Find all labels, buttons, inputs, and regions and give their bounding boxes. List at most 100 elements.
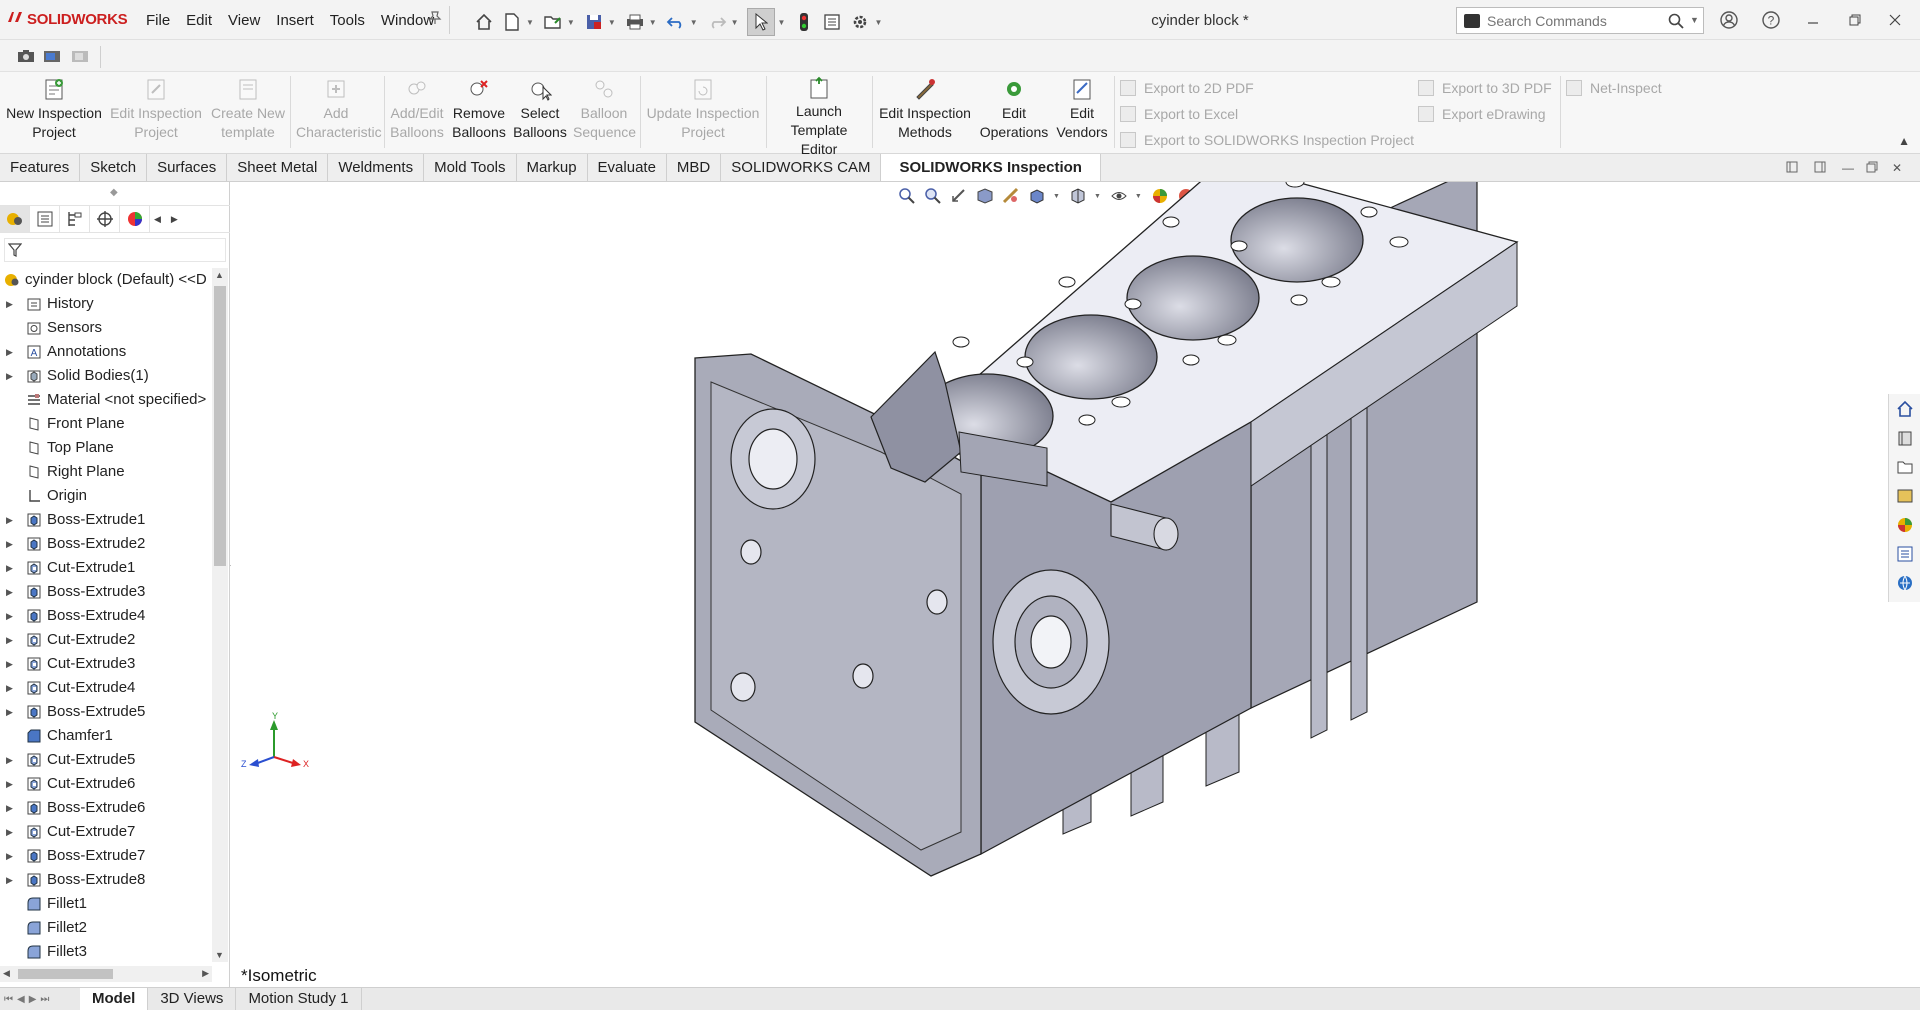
- tab-features[interactable]: Features: [0, 154, 81, 181]
- tree-item-right-plane[interactable]: Right Plane: [0, 460, 212, 484]
- remove-balloons-button[interactable]: Remove Balloons: [450, 76, 508, 152]
- tree-item-cut-extrude4[interactable]: ▶ Cut-Extrude4: [0, 676, 212, 700]
- export-2d-pdf-button[interactable]: Export to 2D PDF: [1120, 78, 1254, 98]
- tab-surfaces[interactable]: Surfaces: [147, 154, 228, 181]
- redo-dropdown-icon[interactable]: ▼: [731, 18, 739, 27]
- display-manager-tab-icon[interactable]: [120, 206, 150, 232]
- add-edit-balloons-button[interactable]: Add/Edit Balloons: [388, 76, 446, 152]
- expand-chevron-icon[interactable]: ▶: [6, 364, 13, 388]
- tree-item-cut-extrude3[interactable]: ▶ Cut-Extrude3: [0, 652, 212, 676]
- menu-file[interactable]: File: [138, 12, 178, 29]
- print-icon[interactable]: [624, 11, 646, 33]
- search-commands[interactable]: ▼: [1456, 7, 1704, 34]
- scroll-up-icon[interactable]: ▲: [215, 270, 224, 280]
- feature-manager-tab-icon[interactable]: [0, 206, 30, 232]
- print-dropdown-icon[interactable]: ▼: [649, 18, 657, 27]
- edit-inspection-project-button[interactable]: Edit Inspection Project: [108, 76, 204, 152]
- edit-vendors-button[interactable]: Edit Vendors: [1052, 76, 1112, 152]
- expand-chevron-icon[interactable]: ▶: [6, 796, 13, 820]
- first-tab-icon[interactable]: ⏮: [4, 994, 13, 1005]
- tree-item-boss-extrude4[interactable]: ▶ Boss-Extrude4: [0, 604, 212, 628]
- search-dropdown-icon[interactable]: ▼: [1690, 15, 1699, 25]
- tree-item-boss-extrude6[interactable]: ▶ Boss-Extrude6: [0, 796, 212, 820]
- file-properties-icon[interactable]: [821, 11, 843, 33]
- expand-chevron-icon[interactable]: ▶: [6, 676, 13, 700]
- tree-root-part[interactable]: cyinder block (Default) <<D: [0, 268, 212, 292]
- tree-item-origin[interactable]: Origin: [0, 484, 212, 508]
- export-edrawing-button[interactable]: Export eDrawing: [1418, 104, 1546, 124]
- new-document-icon[interactable]: [501, 11, 523, 33]
- tab-solidworks-cam[interactable]: SOLIDWORKS CAM: [721, 154, 882, 181]
- select-balloons-button[interactable]: Select Balloons: [510, 76, 570, 152]
- viewport-tile-left-icon[interactable]: [1786, 161, 1798, 176]
- solidworks-resources-icon[interactable]: [1889, 394, 1920, 423]
- scroll-down-icon[interactable]: ▼: [215, 950, 224, 960]
- tree-item-history[interactable]: ▶ History: [0, 292, 212, 316]
- tab-markup[interactable]: Markup: [517, 154, 588, 181]
- update-inspection-project-button[interactable]: Update Inspection Project: [644, 76, 762, 152]
- solidworks-logo[interactable]: SOLIDWORKS: [6, 10, 128, 28]
- create-new-template-button[interactable]: Create New template: [206, 76, 290, 152]
- open-folder-icon[interactable]: [542, 11, 564, 33]
- tree-item-boss-extrude8[interactable]: ▶ Boss-Extrude8: [0, 868, 212, 892]
- undo-icon[interactable]: [665, 11, 687, 33]
- file-explorer-icon[interactable]: [1889, 452, 1920, 481]
- tab-mold-tools[interactable]: Mold Tools: [424, 154, 517, 181]
- net-inspect-button[interactable]: Net-Inspect: [1566, 78, 1662, 98]
- menu-edit[interactable]: Edit: [178, 12, 220, 29]
- next-tab-icon[interactable]: ▶: [29, 994, 37, 1005]
- tree-item-cut-extrude7[interactable]: ▶ Cut-Extrude7: [0, 820, 212, 844]
- tab-sheet-metal[interactable]: Sheet Metal: [227, 154, 329, 181]
- open-dropdown-icon[interactable]: ▼: [567, 18, 575, 27]
- tree-item-boss-extrude3[interactable]: ▶ Boss-Extrude3: [0, 580, 212, 604]
- undo-dropdown-icon[interactable]: ▼: [690, 18, 698, 27]
- menu-tools[interactable]: Tools: [322, 12, 373, 29]
- record-icon[interactable]: [42, 48, 62, 64]
- tab-mbd[interactable]: MBD: [667, 154, 722, 181]
- tab-model[interactable]: Model: [80, 988, 149, 1010]
- property-manager-tab-icon[interactable]: [30, 206, 60, 232]
- tab-weldments[interactable]: Weldments: [328, 154, 425, 181]
- export-excel-button[interactable]: Export to Excel: [1120, 104, 1238, 124]
- collapse-ribbon-icon[interactable]: ▲: [1898, 134, 1910, 148]
- export-3d-pdf-button[interactable]: Export to 3D PDF: [1418, 78, 1552, 98]
- select-pointer-icon[interactable]: [746, 8, 775, 36]
- edit-operations-button[interactable]: Edit Operations: [978, 76, 1050, 152]
- panel-grip-icon[interactable]: ◆: [110, 187, 118, 198]
- restore-window-icon[interactable]: [1840, 6, 1870, 34]
- redo-icon[interactable]: [706, 11, 728, 33]
- graphics-area[interactable]: ▼ ▼ ▼ ▼ ▼: [231, 182, 1920, 987]
- viewport-restore-icon[interactable]: [1866, 161, 1878, 176]
- menu-insert[interactable]: Insert: [268, 12, 322, 29]
- search-icon[interactable]: [1667, 12, 1685, 33]
- tree-item-boss-extrude1[interactable]: ▶ Boss-Extrude1: [0, 508, 212, 532]
- expand-chevron-icon[interactable]: ▶: [6, 820, 13, 844]
- expand-chevron-icon[interactable]: ▶: [6, 868, 13, 892]
- tree-item-top-plane[interactable]: Top Plane: [0, 436, 212, 460]
- tab-solidworks-inspection[interactable]: SOLIDWORKS Inspection: [881, 154, 1101, 181]
- appearances-scenes-icon[interactable]: [1889, 510, 1920, 539]
- expand-chevron-icon[interactable]: ▶: [6, 772, 13, 796]
- scroll-right-icon[interactable]: ▶: [202, 968, 209, 979]
- design-library-icon[interactable]: [1889, 423, 1920, 452]
- tree-horizontal-scrollbar[interactable]: ◀ ▶: [0, 966, 212, 982]
- stop-record-icon[interactable]: [70, 48, 90, 64]
- expand-chevron-icon[interactable]: ▶: [6, 748, 13, 772]
- viewport-close-icon[interactable]: ✕: [1892, 161, 1902, 175]
- tree-item-boss-extrude5[interactable]: ▶ Boss-Extrude5: [0, 700, 212, 724]
- search-mode-icon[interactable]: [1464, 14, 1480, 28]
- minimize-window-icon[interactable]: [1798, 6, 1828, 34]
- custom-properties-icon[interactable]: [1889, 539, 1920, 568]
- expand-chevron-icon[interactable]: ▶: [6, 580, 13, 604]
- tree-item-boss-extrude7[interactable]: ▶ Boss-Extrude7: [0, 844, 212, 868]
- dimxpert-manager-tab-icon[interactable]: [90, 206, 120, 232]
- options-dropdown-icon[interactable]: ▼: [874, 18, 882, 27]
- viewport-minimize-icon[interactable]: —: [1842, 161, 1854, 175]
- export-inspection-project-button[interactable]: Export to SOLIDWORKS Inspection Project: [1120, 130, 1414, 150]
- tree-item-solid-bodies-1[interactable]: ▶ Solid Bodies(1): [0, 364, 212, 388]
- launch-template-editor-button[interactable]: Launch Template Editor: [770, 76, 868, 157]
- scroll-thumb[interactable]: [214, 286, 226, 566]
- tree-item-front-plane[interactable]: Front Plane: [0, 412, 212, 436]
- tree-item-sensors[interactable]: Sensors: [0, 316, 212, 340]
- expand-chevron-icon[interactable]: ▶: [6, 628, 13, 652]
